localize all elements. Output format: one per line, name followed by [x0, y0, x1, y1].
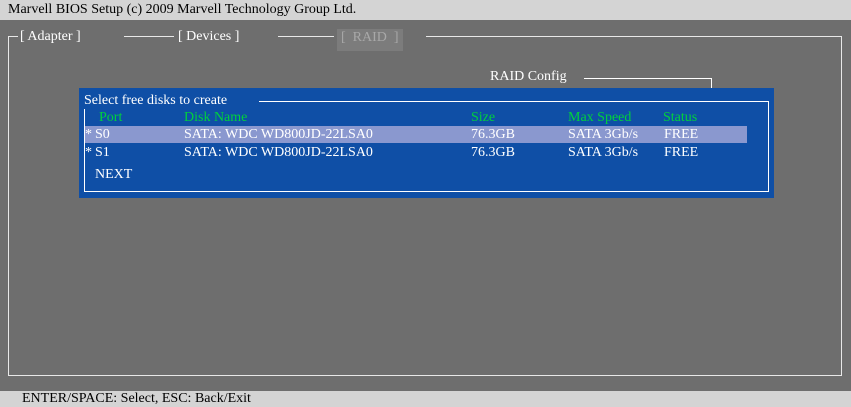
disk-row-s1[interactable]: * S1 SATA: WDC WD800JD-22LSA0 76.3GB SAT…: [85, 144, 747, 161]
column-header-size: Size: [471, 110, 496, 125]
row-port: S0: [95, 127, 110, 142]
status-bar-help: ENTER/SPACE: Select, ESC: Back/Exit: [0, 391, 851, 407]
row-marker: *: [85, 145, 92, 160]
next-option[interactable]: NEXT: [95, 167, 132, 183]
tab-divider: [124, 36, 174, 37]
disk-row-s0[interactable]: * S0 SATA: WDC WD800JD-22LSA0 76.3GB SAT…: [85, 126, 747, 143]
row-size: 76.3GB: [471, 127, 515, 142]
row-size: 76.3GB: [471, 145, 515, 160]
column-header-status: Status: [663, 110, 698, 125]
tab-divider: [426, 36, 842, 37]
row-disk-name: SATA: WDC WD800JD-22LSA0: [184, 127, 373, 142]
column-header-disk-name: Disk Name: [184, 110, 248, 125]
row-status: FREE: [664, 145, 699, 160]
row-marker: *: [85, 127, 92, 142]
window-title: Marvell BIOS Setup (c) 2009 Marvell Tech…: [0, 0, 851, 20]
column-header-max-speed: Max Speed: [568, 110, 632, 125]
tab-bar: [ Adapter ] [ Devices ] [ RAID ]: [8, 28, 842, 51]
tab-divider: [278, 36, 334, 37]
tab-divider: [8, 36, 18, 37]
tab-devices[interactable]: [ Devices ]: [178, 28, 239, 48]
row-max-speed: SATA 3Gb/s: [568, 127, 639, 142]
raid-config-label: RAID Config: [490, 69, 571, 85]
dialog-frame-top: [259, 101, 769, 102]
raid-config-rule: [584, 78, 712, 79]
dialog-title: Select free disks to create: [83, 93, 232, 109]
row-disk-name: SATA: WDC WD800JD-22LSA0: [184, 145, 373, 160]
tab-adapter[interactable]: [ Adapter ]: [20, 28, 81, 48]
raid-config-rule-end: [711, 78, 712, 88]
main-frame: [8, 36, 842, 376]
row-max-speed: SATA 3Gb/s: [568, 145, 639, 160]
row-port: S1: [95, 145, 110, 160]
column-header-port: Port: [99, 110, 123, 125]
select-disks-dialog: Select free disks to create Port Disk Na…: [79, 88, 774, 198]
tab-raid[interactable]: [ RAID ]: [337, 29, 403, 51]
row-status: FREE: [664, 127, 699, 142]
